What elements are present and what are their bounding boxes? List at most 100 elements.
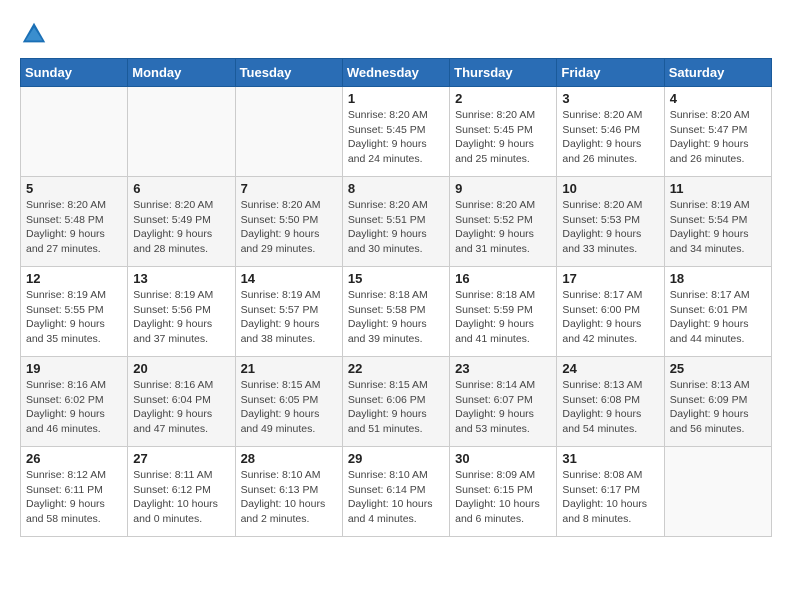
day-info: Sunrise: 8:15 AMSunset: 6:05 PMDaylight:…	[241, 378, 337, 437]
day-info: Sunrise: 8:16 AMSunset: 6:02 PMDaylight:…	[26, 378, 122, 437]
day-number: 13	[133, 271, 229, 286]
day-number: 18	[670, 271, 766, 286]
day-info: Sunrise: 8:16 AMSunset: 6:04 PMDaylight:…	[133, 378, 229, 437]
day-info: Sunrise: 8:18 AMSunset: 5:58 PMDaylight:…	[348, 288, 444, 347]
day-of-week-header: Tuesday	[235, 59, 342, 87]
calendar-cell: 17 Sunrise: 8:17 AMSunset: 6:00 PMDayligh…	[557, 267, 664, 357]
calendar-cell: 29Sunrise: 8:10 AMSunset: 6:14 PMDayligh…	[342, 447, 449, 537]
calendar-cell: 6 Sunrise: 8:20 AMSunset: 5:49 PMDaylight…	[128, 177, 235, 267]
day-info: Sunrise: 8:20 AMSunset: 5:46 PMDaylight:…	[562, 108, 658, 167]
day-number: 28	[241, 451, 337, 466]
day-of-week-header: Sunday	[21, 59, 128, 87]
day-number: 5	[26, 181, 122, 196]
day-info: Sunrise: 8:17 AMSunset: 6:00 PMDaylight:…	[562, 288, 658, 347]
day-info: Sunrise: 8:20 AMSunset: 5:47 PMDaylight:…	[670, 108, 766, 167]
day-info: Sunrise: 8:14 AMSunset: 6:07 PMDaylight:…	[455, 378, 551, 437]
calendar-cell: 13 Sunrise: 8:19 AMSunset: 5:56 PMDayligh…	[128, 267, 235, 357]
day-of-week-header: Thursday	[450, 59, 557, 87]
calendar-cell: 25 Sunrise: 8:13 AMSunset: 6:09 PMDayligh…	[664, 357, 771, 447]
calendar-cell: 7 Sunrise: 8:20 AMSunset: 5:50 PMDaylight…	[235, 177, 342, 267]
calendar-week-row: 1 Sunrise: 8:20 AMSunset: 5:45 PMDaylight…	[21, 87, 772, 177]
day-number: 4	[670, 91, 766, 106]
day-number: 14	[241, 271, 337, 286]
day-number: 7	[241, 181, 337, 196]
day-number: 1	[348, 91, 444, 106]
day-info: Sunrise: 8:08 AMSunset: 6:17 PMDaylight:…	[562, 468, 658, 527]
day-number: 16	[455, 271, 551, 286]
day-info: Sunrise: 8:13 AMSunset: 6:08 PMDaylight:…	[562, 378, 658, 437]
calendar-week-row: 26 Sunrise: 8:12 AMSunset: 6:11 PMDayligh…	[21, 447, 772, 537]
day-of-week-header: Wednesday	[342, 59, 449, 87]
logo-icon	[20, 20, 48, 48]
day-info: Sunrise: 8:20 AMSunset: 5:45 PMDaylight:…	[348, 108, 444, 167]
day-number: 8	[348, 181, 444, 196]
calendar-week-row: 12 Sunrise: 8:19 AMSunset: 5:55 PMDayligh…	[21, 267, 772, 357]
calendar-cell: 10Sunrise: 8:20 AMSunset: 5:53 PMDayligh…	[557, 177, 664, 267]
calendar-week-row: 5 Sunrise: 8:20 AMSunset: 5:48 PMDaylight…	[21, 177, 772, 267]
day-info: Sunrise: 8:19 AMSunset: 5:57 PMDaylight:…	[241, 288, 337, 347]
day-info: Sunrise: 8:11 AMSunset: 6:12 PMDaylight:…	[133, 468, 229, 527]
day-info: Sunrise: 8:18 AMSunset: 5:59 PMDaylight:…	[455, 288, 551, 347]
calendar-cell: 18 Sunrise: 8:17 AMSunset: 6:01 PMDayligh…	[664, 267, 771, 357]
day-info: Sunrise: 8:10 AMSunset: 6:14 PMDaylight:…	[348, 468, 444, 527]
day-info: Sunrise: 8:15 AMSunset: 6:06 PMDaylight:…	[348, 378, 444, 437]
day-info: Sunrise: 8:20 AMSunset: 5:50 PMDaylight:…	[241, 198, 337, 257]
calendar-cell: 28 Sunrise: 8:10 AMSunset: 6:13 PMDayligh…	[235, 447, 342, 537]
day-number: 25	[670, 361, 766, 376]
day-number: 23	[455, 361, 551, 376]
calendar-cell: 2 Sunrise: 8:20 AMSunset: 5:45 PMDaylight…	[450, 87, 557, 177]
day-info: Sunrise: 8:12 AMSunset: 6:11 PMDaylight:…	[26, 468, 122, 527]
logo	[20, 20, 52, 48]
day-number: 6	[133, 181, 229, 196]
day-info: Sunrise: 8:20 AMSunset: 5:53 PMDaylight:…	[562, 198, 658, 257]
day-number: 31	[562, 451, 658, 466]
day-info: Sunrise: 8:20 AMSunset: 5:49 PMDaylight:…	[133, 198, 229, 257]
day-number: 27	[133, 451, 229, 466]
days-of-week-row: SundayMondayTuesdayWednesdayThursdayFrid…	[21, 59, 772, 87]
day-info: Sunrise: 8:13 AMSunset: 6:09 PMDaylight:…	[670, 378, 766, 437]
day-info: Sunrise: 8:20 AMSunset: 5:48 PMDaylight:…	[26, 198, 122, 257]
calendar-body: 1 Sunrise: 8:20 AMSunset: 5:45 PMDaylight…	[21, 87, 772, 537]
page-header	[20, 20, 772, 48]
calendar-cell: 3 Sunrise: 8:20 AMSunset: 5:46 PMDaylight…	[557, 87, 664, 177]
calendar-cell	[235, 87, 342, 177]
day-of-week-header: Monday	[128, 59, 235, 87]
calendar-cell: 8 Sunrise: 8:20 AMSunset: 5:51 PMDaylight…	[342, 177, 449, 267]
calendar-cell: 30Sunrise: 8:09 AMSunset: 6:15 PMDayligh…	[450, 447, 557, 537]
calendar-header: SundayMondayTuesdayWednesdayThursdayFrid…	[21, 59, 772, 87]
day-info: Sunrise: 8:19 AMSunset: 5:55 PMDaylight:…	[26, 288, 122, 347]
calendar-cell: 9 Sunrise: 8:20 AMSunset: 5:52 PMDaylight…	[450, 177, 557, 267]
calendar-cell: 20 Sunrise: 8:16 AMSunset: 6:04 PMDayligh…	[128, 357, 235, 447]
day-number: 9	[455, 181, 551, 196]
calendar-cell: 26 Sunrise: 8:12 AMSunset: 6:11 PMDayligh…	[21, 447, 128, 537]
calendar-cell: 31 Sunrise: 8:08 AMSunset: 6:17 PMDayligh…	[557, 447, 664, 537]
day-info: Sunrise: 8:20 AMSunset: 5:51 PMDaylight:…	[348, 198, 444, 257]
day-number: 22	[348, 361, 444, 376]
calendar-cell: 19Sunrise: 8:16 AMSunset: 6:02 PMDayligh…	[21, 357, 128, 447]
calendar-cell: 24 Sunrise: 8:13 AMSunset: 6:08 PMDayligh…	[557, 357, 664, 447]
calendar-cell: 11Sunrise: 8:19 AMSunset: 5:54 PMDayligh…	[664, 177, 771, 267]
day-number: 12	[26, 271, 122, 286]
day-info: Sunrise: 8:19 AMSunset: 5:56 PMDaylight:…	[133, 288, 229, 347]
day-number: 15	[348, 271, 444, 286]
day-info: Sunrise: 8:20 AMSunset: 5:45 PMDaylight:…	[455, 108, 551, 167]
day-number: 17	[562, 271, 658, 286]
day-info: Sunrise: 8:20 AMSunset: 5:52 PMDaylight:…	[455, 198, 551, 257]
day-number: 2	[455, 91, 551, 106]
calendar-cell: 23 Sunrise: 8:14 AMSunset: 6:07 PMDayligh…	[450, 357, 557, 447]
calendar-cell: 27 Sunrise: 8:11 AMSunset: 6:12 PMDayligh…	[128, 447, 235, 537]
day-of-week-header: Friday	[557, 59, 664, 87]
day-number: 30	[455, 451, 551, 466]
day-info: Sunrise: 8:19 AMSunset: 5:54 PMDaylight:…	[670, 198, 766, 257]
day-of-week-header: Saturday	[664, 59, 771, 87]
day-number: 26	[26, 451, 122, 466]
day-number: 24	[562, 361, 658, 376]
day-number: 3	[562, 91, 658, 106]
day-info: Sunrise: 8:10 AMSunset: 6:13 PMDaylight:…	[241, 468, 337, 527]
calendar-table: SundayMondayTuesdayWednesdayThursdayFrid…	[20, 58, 772, 537]
day-number: 21	[241, 361, 337, 376]
calendar-cell: 4 Sunrise: 8:20 AMSunset: 5:47 PMDaylight…	[664, 87, 771, 177]
calendar-cell: 16 Sunrise: 8:18 AMSunset: 5:59 PMDayligh…	[450, 267, 557, 357]
day-info: Sunrise: 8:17 AMSunset: 6:01 PMDaylight:…	[670, 288, 766, 347]
day-number: 20	[133, 361, 229, 376]
